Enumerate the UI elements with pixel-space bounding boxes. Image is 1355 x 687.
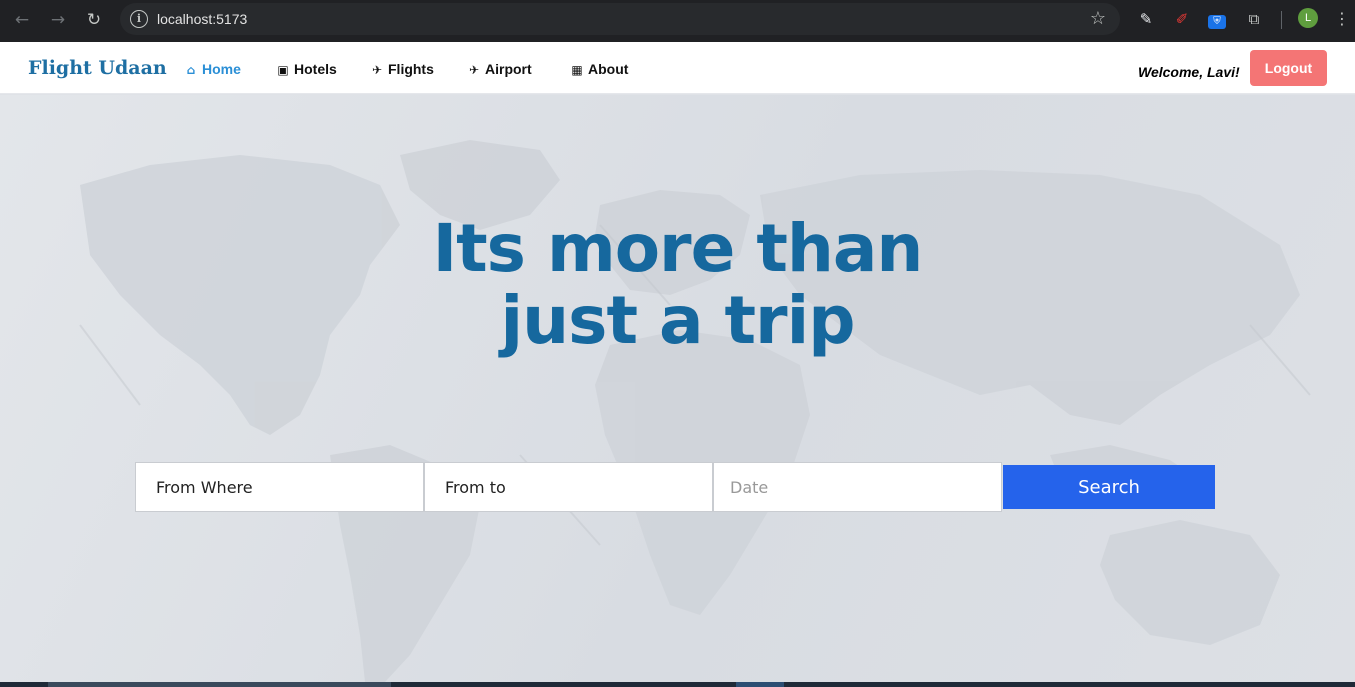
taskbar-segment <box>736 682 784 687</box>
browser-toolbar: ← → ↻ i localhost:5173 ☆ ✎ ✐ ⛨ ⧉ L ⋮ <box>0 0 1355 42</box>
logout-button[interactable]: Logout <box>1250 50 1327 86</box>
nav-item-label: About <box>588 61 629 77</box>
suitcase-icon: ▣ <box>277 63 289 77</box>
reload-icon[interactable]: ↻ <box>82 8 106 32</box>
plane-departure-icon: ✈ <box>468 63 480 77</box>
nav-item-label: Airport <box>485 61 532 77</box>
building-icon: ▦ <box>571 63 583 77</box>
nav-item-label: Home <box>202 61 241 77</box>
nav-item-airport[interactable]: ✈ Airport <box>466 59 532 79</box>
hero-headline-line2: just a trip <box>500 282 856 359</box>
address-bar[interactable]: i localhost:5173 ☆ <box>120 3 1120 35</box>
app-navbar: Flight Udaan ⌂ Home ▣ Hotels ✈ Flights ✈ Air… <box>0 42 1355 94</box>
welcome-text: Welcome, Lavi! <box>1138 64 1240 80</box>
toolbar-divider <box>1281 11 1282 29</box>
nav-item-hotels[interactable]: ▣ Hotels <box>275 59 337 79</box>
nav-item-home[interactable]: ⌂ Home <box>183 59 241 79</box>
hero-section: Its more than just a trip Search <box>0 95 1355 682</box>
hero-headline-line1: Its more than <box>432 210 924 287</box>
back-icon[interactable]: ← <box>10 8 34 32</box>
taskbar-segment <box>48 682 391 687</box>
from-where-input[interactable] <box>135 462 424 512</box>
url-text[interactable]: localhost:5173 <box>157 10 247 28</box>
nav-item-flights[interactable]: ✈ Flights <box>369 59 434 79</box>
home-icon: ⌂ <box>186 63 196 77</box>
taskbar-strip <box>0 682 1355 687</box>
date-input[interactable] <box>713 462 1002 512</box>
pen-icon[interactable]: ✐ <box>1172 9 1192 29</box>
forward-icon[interactable]: → <box>46 8 70 32</box>
plane-icon: ✈ <box>371 63 383 77</box>
world-map-background <box>79 140 1311 682</box>
extensions-icon[interactable]: ⧉ <box>1244 9 1264 29</box>
nav-item-label: Hotels <box>294 61 337 77</box>
bitwarden-icon[interactable]: ⛨ <box>1207 9 1227 29</box>
from-to-input[interactable] <box>424 462 713 512</box>
eyedropper-icon[interactable]: ✎ <box>1136 9 1156 29</box>
info-icon[interactable]: i <box>130 10 148 28</box>
menu-icon[interactable]: ⋮ <box>1334 8 1350 30</box>
profile-avatar[interactable]: L <box>1298 8 1318 28</box>
page-viewport: Flight Udaan ⌂ Home ▣ Hotels ✈ Flights ✈ Air… <box>0 42 1355 682</box>
nav-item-about[interactable]: ▦ About <box>569 59 628 79</box>
search-button[interactable]: Search <box>1003 465 1215 509</box>
star-icon[interactable]: ☆ <box>1090 8 1106 30</box>
nav-item-label: Flights <box>388 61 434 77</box>
brand-logo[interactable]: Flight Udaan <box>28 56 167 80</box>
